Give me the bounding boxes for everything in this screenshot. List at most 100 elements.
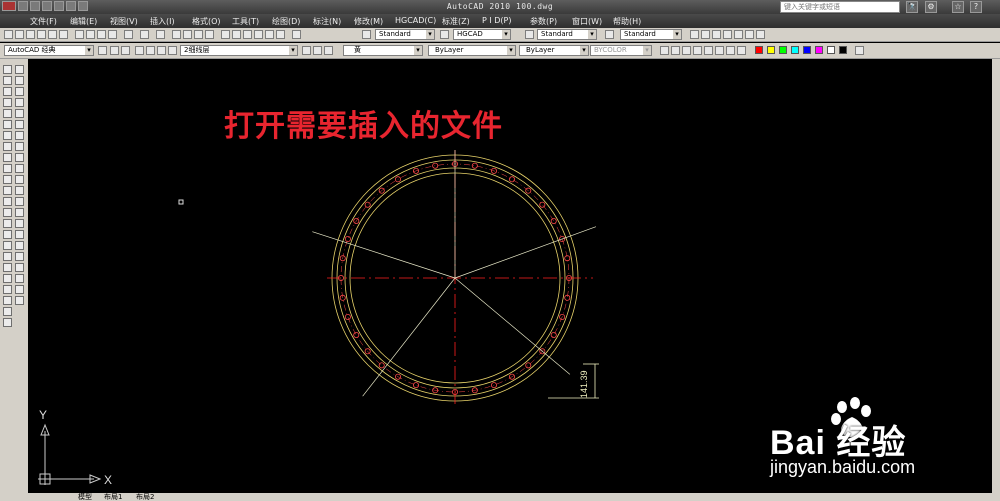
make-block-icon[interactable] — [3, 197, 12, 206]
palette-white-swatch[interactable] — [827, 46, 835, 54]
zoom-extents-icon[interactable] — [682, 46, 691, 55]
workspace-select[interactable]: AutoCAD 经典 — [4, 45, 94, 56]
offset-icon[interactable] — [15, 98, 24, 107]
lineweight-select[interactable]: ByLayer — [519, 45, 589, 56]
gradient-icon[interactable] — [3, 230, 12, 239]
palette-magenta-swatch[interactable] — [815, 46, 823, 54]
dim-angular-icon[interactable] — [15, 296, 24, 305]
mtext-icon[interactable] — [3, 263, 12, 272]
xref-icon[interactable] — [3, 318, 12, 327]
zoom-previous-icon[interactable] — [205, 30, 214, 39]
design-center-icon[interactable] — [232, 30, 241, 39]
help-toolbar-icon[interactable] — [292, 30, 301, 39]
menu-draw[interactable]: 绘图(D) — [272, 16, 300, 27]
spline-icon[interactable] — [3, 153, 12, 162]
stretch-icon[interactable] — [15, 153, 24, 162]
multileader-icon[interactable] — [690, 30, 699, 39]
materials-icon[interactable] — [737, 46, 746, 55]
tab-layout1[interactable]: 布局1 — [104, 493, 122, 501]
dim-style-select[interactable]: HGCAD — [453, 29, 511, 40]
copy-icon[interactable] — [86, 30, 95, 39]
erase-icon[interactable] — [15, 65, 24, 74]
dim-diameter-icon[interactable] — [15, 285, 24, 294]
palette-green-swatch[interactable] — [779, 46, 787, 54]
fillet-icon[interactable] — [15, 230, 24, 239]
ellipse-arc-icon[interactable] — [3, 175, 12, 184]
insert-block-icon[interactable] — [3, 186, 12, 195]
regen-icon[interactable] — [693, 46, 702, 55]
color-select[interactable]: 黄 — [343, 45, 423, 56]
region-icon[interactable] — [3, 241, 12, 250]
leader-option-icon[interactable] — [756, 30, 765, 39]
zoom-window-icon[interactable] — [194, 30, 203, 39]
move-icon[interactable] — [15, 120, 24, 129]
line-icon[interactable] — [3, 65, 12, 74]
polygon-icon[interactable] — [3, 98, 12, 107]
dim-aligned-icon[interactable] — [15, 263, 24, 272]
construction-line-icon[interactable] — [3, 76, 12, 85]
scale-icon[interactable] — [15, 142, 24, 151]
menu-parameters[interactable]: 参数(P) — [530, 16, 557, 27]
match-properties-icon[interactable] — [108, 30, 117, 39]
palette-blue-swatch[interactable] — [803, 46, 811, 54]
linetype-select[interactable]: ByLayer — [428, 45, 516, 56]
collect-leader-icon[interactable] — [734, 30, 743, 39]
menu-view[interactable]: 视图(V) — [110, 16, 138, 27]
undo-toolbar-icon[interactable] — [140, 30, 149, 39]
palette-cyan-swatch[interactable] — [791, 46, 799, 54]
menu-modify[interactable]: 修改(M) — [354, 16, 383, 27]
chamfer-icon[interactable] — [15, 219, 24, 228]
tab-layout2[interactable]: 布局2 — [136, 493, 154, 501]
leader-style-icon[interactable] — [745, 30, 754, 39]
trim-icon[interactable] — [15, 164, 24, 173]
workspace-settings-icon[interactable] — [98, 46, 107, 55]
layer-state-icon[interactable] — [121, 46, 130, 55]
layer-select[interactable]: 2细线层 — [180, 45, 298, 56]
explode-icon[interactable] — [15, 241, 24, 250]
zoom-realtime-icon[interactable] — [183, 30, 192, 39]
join-icon[interactable] — [15, 208, 24, 217]
block-editor-icon[interactable] — [124, 30, 133, 39]
tool-palettes-icon[interactable] — [243, 30, 252, 39]
rotate-icon[interactable] — [15, 131, 24, 140]
print-icon[interactable] — [37, 30, 46, 39]
pan-icon[interactable] — [172, 30, 181, 39]
sheet-set-icon[interactable] — [254, 30, 263, 39]
cut-icon[interactable] — [75, 30, 84, 39]
add-selected-icon[interactable] — [3, 274, 12, 283]
point-icon[interactable] — [3, 208, 12, 217]
break-at-point-icon[interactable] — [15, 186, 24, 195]
rectangle-icon[interactable] — [3, 109, 12, 118]
revcloud-icon[interactable] — [3, 142, 12, 151]
help-icon[interactable]: ? — [970, 1, 982, 13]
hatch-icon[interactable] — [3, 219, 12, 228]
save-toolbar-icon[interactable] — [26, 30, 35, 39]
plotstyle-select[interactable]: BYCOLOR — [590, 45, 652, 56]
text-style-select[interactable]: Standard — [375, 29, 435, 40]
wblock-icon[interactable] — [3, 307, 12, 316]
layer-previous-icon[interactable] — [313, 46, 322, 55]
palette-more-icon[interactable] — [855, 46, 864, 55]
search-input[interactable]: 键入关键字或短语 — [780, 1, 900, 13]
hide-icon[interactable] — [704, 46, 713, 55]
dim-radius-icon[interactable] — [15, 274, 24, 283]
palette-red-swatch[interactable] — [755, 46, 763, 54]
menu-dimension[interactable]: 标注(N) — [313, 16, 341, 27]
preview-icon[interactable] — [48, 30, 57, 39]
extend-icon[interactable] — [15, 175, 24, 184]
paste-icon[interactable] — [97, 30, 106, 39]
circle-icon[interactable] — [3, 131, 12, 140]
polyline-icon[interactable] — [3, 87, 12, 96]
lengthen-icon[interactable] — [3, 296, 12, 305]
publish-icon[interactable] — [59, 30, 68, 39]
menu-pid[interactable]: P I D(P) — [482, 16, 512, 25]
view-icon[interactable] — [660, 46, 669, 55]
remove-leader-icon[interactable] — [712, 30, 721, 39]
qnew-icon[interactable] — [4, 30, 13, 39]
arc-icon[interactable] — [3, 120, 12, 129]
menu-hgcad[interactable]: HGCAD(C) — [395, 16, 436, 25]
layer-manager-icon[interactable] — [110, 46, 119, 55]
menu-tools[interactable]: 工具(T) — [232, 16, 259, 27]
tab-model[interactable]: 模型 — [78, 493, 92, 501]
open-icon[interactable] — [15, 30, 24, 39]
